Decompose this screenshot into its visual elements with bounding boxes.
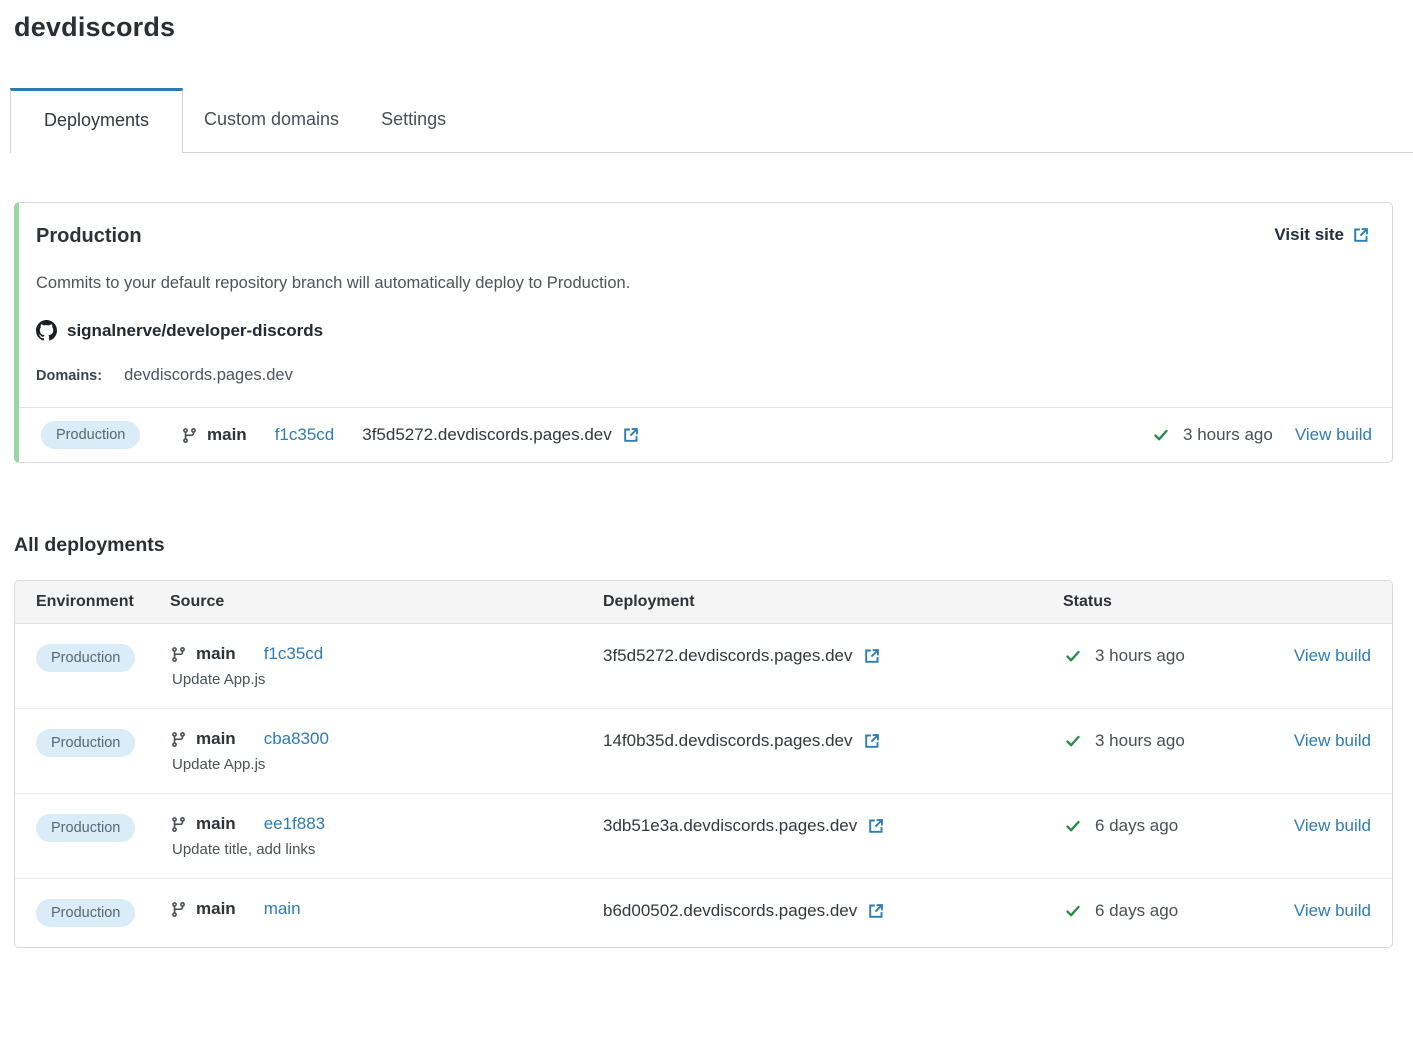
environment-badge: Production: [41, 421, 140, 449]
git-branch-icon: [170, 816, 187, 833]
tab-custom-domains[interactable]: Custom domains: [183, 88, 360, 152]
visit-site-label: Visit site: [1274, 225, 1344, 245]
status-time: 3 hours ago: [1183, 425, 1273, 445]
commit-message: Update App.js: [172, 671, 603, 688]
view-build-link[interactable]: View build: [1294, 731, 1371, 750]
column-header-deployment: Deployment: [603, 593, 1063, 611]
production-description: Commits to your default repository branc…: [36, 274, 1372, 293]
commit-message: Update title, add links: [172, 841, 603, 858]
external-link-icon[interactable]: [863, 732, 881, 750]
commit-message: Update App.js: [172, 756, 603, 773]
table-row: Production main ee1f883 Update title, ad…: [15, 794, 1392, 879]
github-icon: [36, 320, 57, 341]
check-icon: [1063, 818, 1083, 834]
view-build-link[interactable]: View build: [1294, 816, 1371, 835]
external-link-icon[interactable]: [622, 426, 640, 444]
status-time: 6 days ago: [1095, 901, 1178, 921]
all-deployments-title: All deployments: [14, 534, 1393, 557]
status-time: 3 hours ago: [1095, 646, 1185, 666]
view-build-link[interactable]: View build: [1294, 901, 1371, 920]
git-branch-icon: [170, 646, 187, 663]
column-header-source: Source: [170, 593, 603, 611]
deployment-url: 3f5d5272.devdiscords.pages.dev: [603, 646, 853, 666]
external-link-icon[interactable]: [867, 817, 885, 835]
commit-link[interactable]: f1c35cd: [264, 644, 324, 664]
column-header-status: Status: [1063, 593, 1263, 611]
deployment-url: 3db51e3a.devdiscords.pages.dev: [603, 816, 857, 836]
production-card: Production Visit site Commits to your de…: [14, 202, 1393, 463]
branch-name: main: [196, 729, 236, 749]
check-icon: [1063, 903, 1083, 919]
deployment-url: b6d00502.devdiscords.pages.dev: [603, 901, 857, 921]
view-build-link[interactable]: View build: [1295, 425, 1372, 445]
production-card-title: Production: [36, 225, 142, 248]
check-icon: [1063, 648, 1083, 664]
commit-link[interactable]: ee1f883: [264, 814, 325, 834]
environment-badge: Production: [36, 729, 135, 757]
repository-link[interactable]: signalnerve/developer-discords: [36, 320, 1372, 341]
column-header-environment: Environment: [36, 593, 170, 611]
environment-badge: Production: [36, 814, 135, 842]
status-time: 3 hours ago: [1095, 731, 1185, 751]
branch-name: main: [196, 814, 236, 834]
tab-settings[interactable]: Settings: [360, 88, 467, 152]
view-build-link[interactable]: View build: [1294, 646, 1371, 665]
deployment-url: 14f0b35d.devdiscords.pages.dev: [603, 731, 853, 751]
git-branch-icon: [170, 901, 187, 918]
git-branch-icon: [181, 427, 198, 444]
table-row: Production main main b6d00502.devdiscord…: [15, 879, 1392, 947]
status-time: 6 days ago: [1095, 816, 1178, 836]
deployments-table: Environment Source Deployment Status Pro…: [14, 580, 1393, 948]
tab-bar: Deployments Custom domains Settings: [10, 88, 1413, 153]
branch-name: main: [207, 425, 247, 445]
table-header: Environment Source Deployment Status: [15, 581, 1392, 624]
external-link-icon: [1352, 226, 1370, 244]
git-branch-icon: [170, 731, 187, 748]
tab-deployments[interactable]: Deployments: [10, 88, 183, 153]
deployment-url: 3f5d5272.devdiscords.pages.dev: [362, 425, 612, 445]
page-title: devdiscords: [14, 0, 1393, 43]
check-icon: [1063, 733, 1083, 749]
domains-label: Domains:: [36, 368, 102, 384]
environment-badge: Production: [36, 644, 135, 672]
table-row: Production main f1c35cd Update App.js 3f…: [15, 624, 1392, 709]
environment-badge: Production: [36, 899, 135, 927]
external-link-icon[interactable]: [867, 902, 885, 920]
commit-link[interactable]: cba8300: [264, 729, 329, 749]
branch-name: main: [196, 644, 236, 664]
branch-name: main: [196, 899, 236, 919]
page: devdiscords Deployments Custom domains S…: [14, 0, 1393, 948]
external-link-icon[interactable]: [863, 647, 881, 665]
table-row: Production main cba8300 Update App.js 14…: [15, 709, 1392, 794]
repository-name: signalnerve/developer-discords: [67, 321, 323, 341]
production-deployment-row: Production main f1c35cd 3f5d5272.devdisc…: [19, 407, 1392, 462]
domains-value: devdiscords.pages.dev: [124, 366, 293, 385]
commit-link[interactable]: main: [264, 899, 301, 919]
commit-link[interactable]: f1c35cd: [275, 425, 335, 445]
visit-site-link[interactable]: Visit site: [1274, 225, 1372, 245]
check-icon: [1151, 427, 1171, 443]
